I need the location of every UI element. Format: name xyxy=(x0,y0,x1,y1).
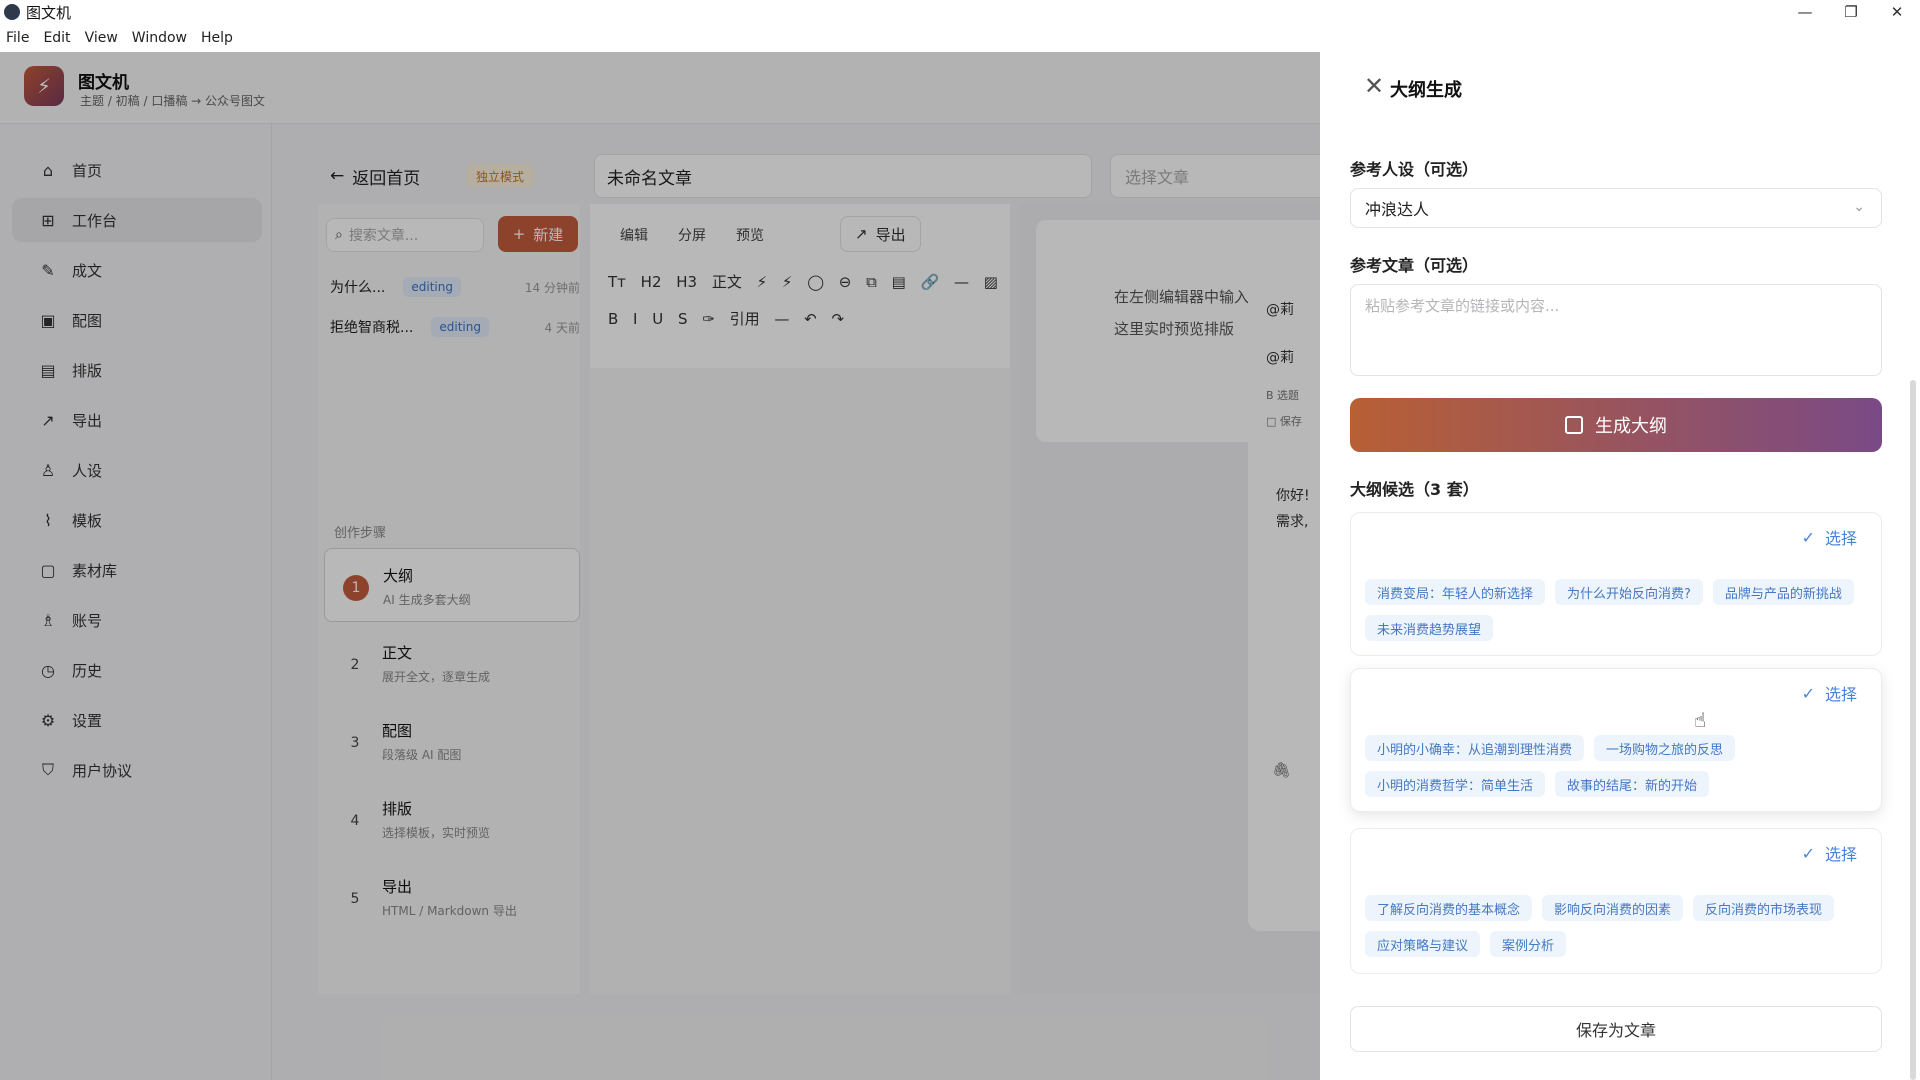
outline-icon xyxy=(1565,416,1583,434)
outline-candidate-1: ✓ 选择 消费变局：年轻人的新选择 为什么开始反向消费? 品牌与产品的新挑战 未来… xyxy=(1350,512,1882,656)
choose-label: 选择 xyxy=(1824,845,1857,864)
window-controls: — ❐ ✕ xyxy=(1782,0,1920,24)
check-icon: ✓ xyxy=(1801,527,1815,547)
menu-edit[interactable]: Edit xyxy=(43,30,70,46)
outline-chip: 小明的消费哲学：简单生活 xyxy=(1365,771,1546,797)
reference-label: 参考文章（可选） xyxy=(1350,256,1479,275)
chip-list: 消费变局：年轻人的新选择 为什么开始反向消费? 品牌与产品的新挑战 未来消费趋势… xyxy=(1365,579,1865,651)
close-window-icon[interactable]: ✕ xyxy=(1874,0,1920,24)
drawer-scrollbar[interactable] xyxy=(1910,380,1916,1080)
menu-help[interactable]: Help xyxy=(201,30,233,46)
generate-label: 生成大纲 xyxy=(1595,416,1667,437)
outline-chip: 影响反向消费的因素 xyxy=(1542,895,1684,921)
check-icon: ✓ xyxy=(1801,683,1815,703)
check-icon: ✓ xyxy=(1801,843,1815,863)
choose-label: 选择 xyxy=(1824,529,1857,548)
outline-chip: 一场购物之旅的反思 xyxy=(1594,735,1736,761)
drawer-title: 大纲生成 xyxy=(1390,80,1462,101)
outline-chip: 未来消费趋势展望 xyxy=(1365,615,1494,641)
window-titlebar: 图文机 — ❐ ✕ xyxy=(0,0,1920,24)
mouse-cursor-icon: ☝ xyxy=(1694,708,1707,732)
save-as-article-button[interactable]: 保存为文章 xyxy=(1350,1006,1882,1052)
reference-textarea[interactable]: 粘贴参考文章的链接或内容... xyxy=(1350,284,1882,376)
outline-chip: 故事的结尾：新的开始 xyxy=(1555,771,1710,797)
menu-view[interactable]: View xyxy=(85,30,118,46)
menu-window[interactable]: Window xyxy=(132,30,187,46)
close-icon[interactable]: ✕ xyxy=(1360,72,1388,100)
outline-chip: 应对策略与建议 xyxy=(1365,931,1481,957)
choose-button[interactable]: ✓ 选择 xyxy=(1802,841,1857,865)
window-title: 图文机 xyxy=(26,3,72,22)
outline-drawer: ✕ 大纲生成 参考人设（可选） 冲浪达人 ⌄ 参考文章（可选） 粘贴参考文章的链… xyxy=(1320,52,1920,1080)
candidates-label: 大纲候选（3 套） xyxy=(1350,480,1479,499)
outline-candidate-3: ✓ 选择 了解反向消费的基本概念 影响反向消费的因素 反向消费的市场表现 应对策略… xyxy=(1350,828,1882,974)
outline-chip: 为什么开始反向消费? xyxy=(1555,579,1703,605)
menu-file[interactable]: File xyxy=(6,30,29,46)
app-icon xyxy=(4,4,20,20)
modal-overlay[interactable] xyxy=(0,52,1320,1080)
outline-chip: 案例分析 xyxy=(1490,931,1567,957)
outline-candidate-2: ✓ 选择 小明的小确幸：从追潮到理性消费 一场购物之旅的反思 小明的消费哲学：简单… xyxy=(1350,668,1882,812)
restore-icon[interactable]: ❐ xyxy=(1828,0,1874,24)
minimize-icon[interactable]: — xyxy=(1782,0,1828,24)
choose-button[interactable]: ✓ 选择 xyxy=(1802,525,1857,549)
outline-chip: 消费变局：年轻人的新选择 xyxy=(1365,579,1546,605)
menu-bar: File Edit View Window Help xyxy=(0,24,1920,52)
generate-outline-button[interactable]: 生成大纲 xyxy=(1350,398,1882,452)
choose-button[interactable]: ✓ 选择 xyxy=(1802,681,1857,705)
chip-list: 了解反向消费的基本概念 影响反向消费的因素 反向消费的市场表现 应对策略与建议 … xyxy=(1365,895,1865,967)
outline-chip: 品牌与产品的新挑战 xyxy=(1712,579,1854,605)
outline-chip: 小明的小确幸：从追潮到理性消费 xyxy=(1365,735,1585,761)
persona-value: 冲浪达人 xyxy=(1365,200,1430,219)
outline-chip: 了解反向消费的基本概念 xyxy=(1365,895,1533,921)
drawer-header: ✕ 大纲生成 xyxy=(1320,52,1920,124)
chevron-down-icon: ⌄ xyxy=(1853,199,1865,215)
outline-chip: 反向消费的市场表现 xyxy=(1693,895,1835,921)
chip-list: 小明的小确幸：从追潮到理性消费 一场购物之旅的反思 小明的消费哲学：简单生活 故… xyxy=(1365,735,1865,807)
persona-label: 参考人设（可选） xyxy=(1350,160,1479,179)
choose-label: 选择 xyxy=(1824,685,1857,704)
persona-select[interactable]: 冲浪达人 ⌄ xyxy=(1350,188,1882,228)
